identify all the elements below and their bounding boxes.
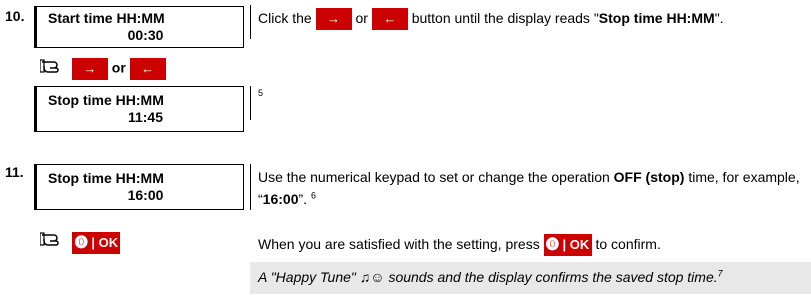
instruction: Use the numerical keypad to set or chang… [258, 166, 803, 210]
left-arrow-button[interactable]: ← [129, 58, 166, 80]
instruction-text: When you are satisfied with the setting,… [258, 236, 544, 252]
instruction-text: Click the [258, 10, 316, 26]
step-number: 10. [5, 8, 25, 24]
step-number: 11. [5, 164, 24, 180]
or-label: or [111, 59, 126, 76]
footnote: 7 [717, 268, 723, 279]
ok-button[interactable]: ⓿ | OK [543, 234, 592, 257]
ok-button[interactable]: ⓿ | OK [72, 231, 121, 254]
lcd-display: Stop time HH:MM 11:45 [34, 86, 244, 132]
display-line-2: 00:30 [127, 27, 164, 43]
footnote: 5 [258, 88, 264, 98]
lcd-display: Start time HH:MM 00:30 [34, 6, 244, 48]
hand-pointing-icon [39, 56, 68, 82]
action-row: → or ← [39, 56, 166, 82]
display-line-2: 11:45 [127, 109, 164, 125]
instruction-bold: Stop time HH:MM [598, 10, 715, 26]
display-line-1: Stop time HH:MM [48, 92, 164, 108]
right-arrow-button[interactable]: → [71, 58, 108, 80]
display-line-1: Stop time HH:MM [48, 170, 164, 186]
instruction-text: or [355, 10, 372, 26]
instruction-text: button until the display reads " [411, 10, 599, 26]
right-arrow-button[interactable]: → [315, 8, 352, 31]
lcd-display: Stop time HH:MM 16:00 [34, 164, 244, 210]
display-line-2: 16:00 [127, 187, 164, 203]
divider [250, 5, 251, 39]
note-text: A "Happy Tune" ♫☺ sounds and the display… [258, 269, 718, 285]
instruction: Click the → or ← button until the displa… [258, 7, 808, 31]
confirm-instruction: When you are satisfied with the setting,… [258, 233, 803, 257]
instruction-text: ”. [298, 191, 308, 207]
display-line-1: Start time HH:MM [48, 10, 165, 26]
divider [250, 86, 251, 120]
instruction-text: to confirm. [595, 236, 661, 252]
instruction-text: Use the numerical keypad to set or chang… [258, 169, 614, 185]
hand-pointing-icon [39, 229, 68, 256]
divider [250, 164, 251, 210]
instruction-bold: 16:00 [262, 191, 299, 207]
note-bar: A "Happy Tune" ♫☺ sounds and the display… [250, 262, 811, 294]
left-arrow-button[interactable]: ← [371, 8, 408, 31]
action-row: ⓿ | OK [39, 229, 121, 256]
instruction-text: ". [714, 10, 724, 26]
instruction-bold: OFF (stop) [613, 169, 685, 185]
footnote: 6 [310, 190, 316, 201]
